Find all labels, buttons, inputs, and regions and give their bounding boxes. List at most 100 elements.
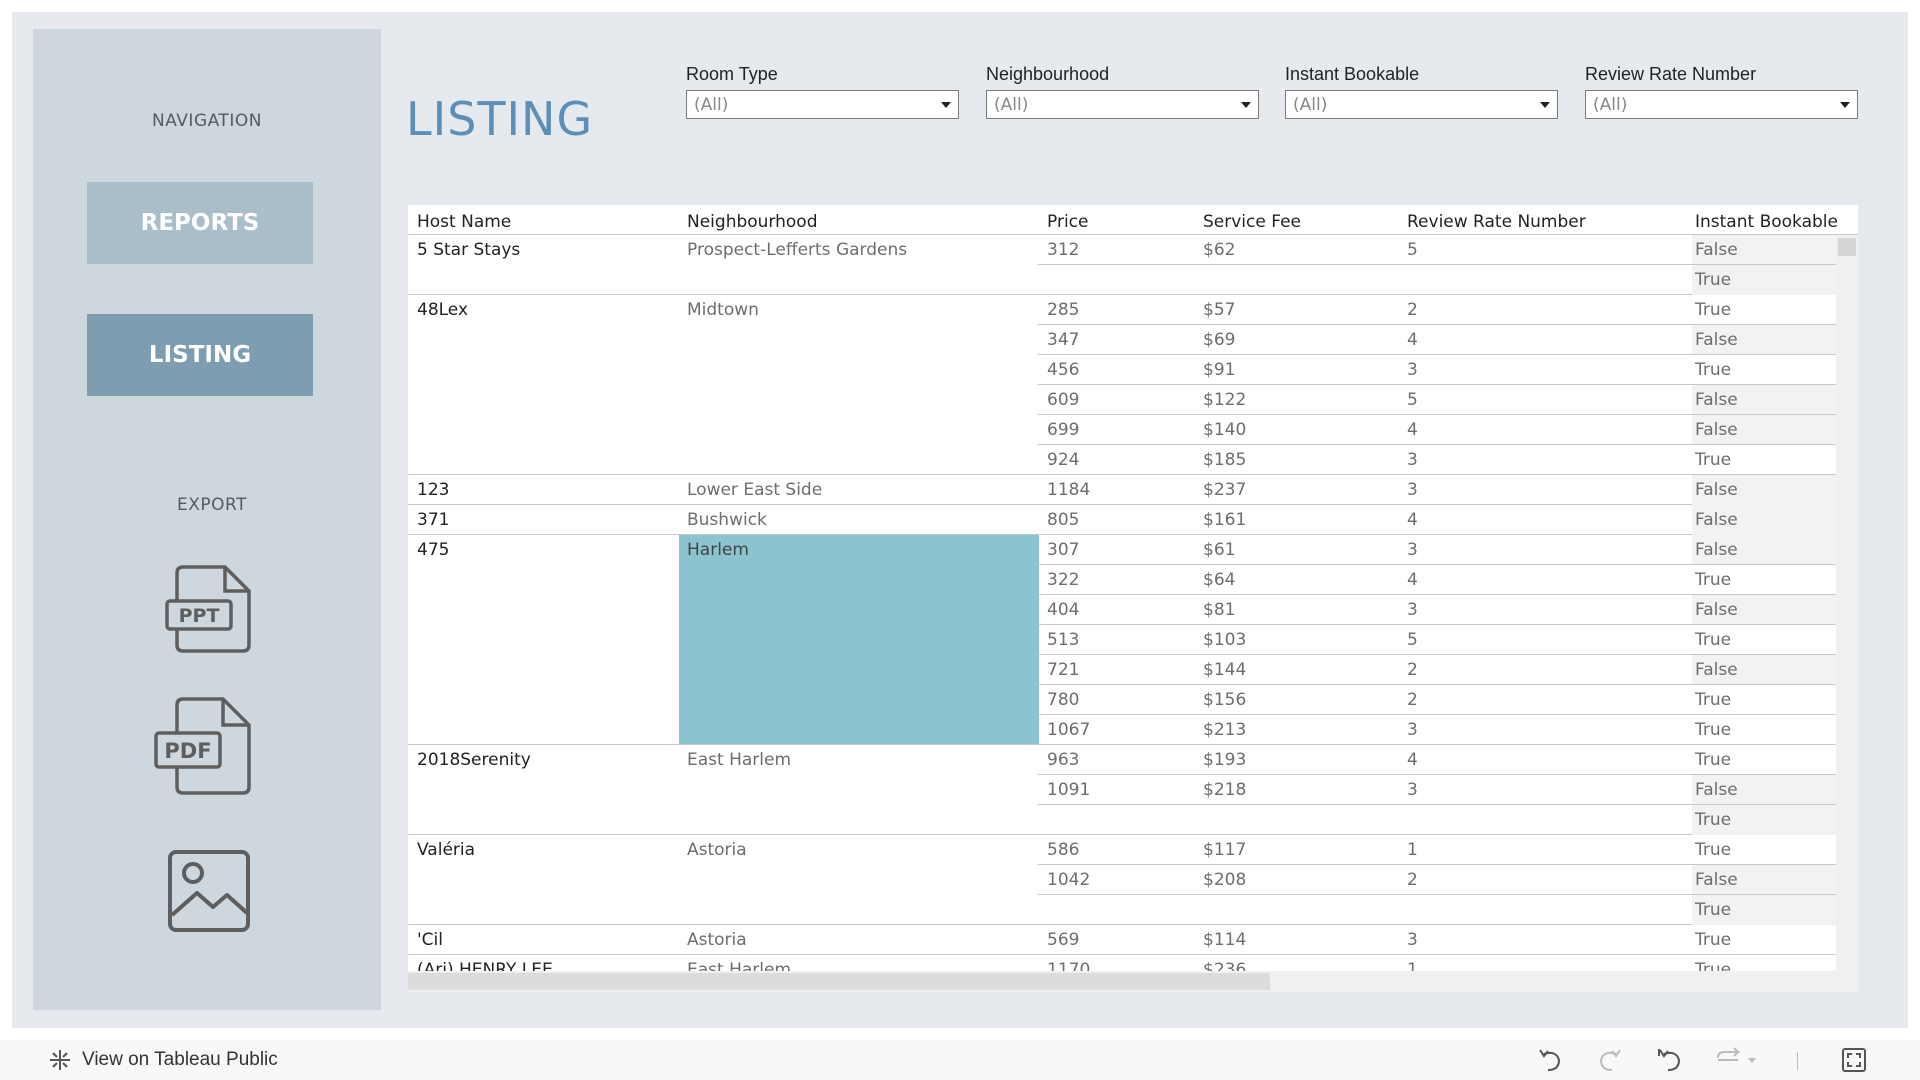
table-row[interactable]: True — [1038, 265, 1836, 295]
neighbourhood-dropdown[interactable]: (All) — [986, 90, 1259, 119]
fullscreen-icon[interactable] — [1840, 1046, 1868, 1074]
table-row-group: 371 Bushwick 805 $161 4 False — [408, 505, 1836, 535]
column-header-host-name[interactable]: Host Name — [417, 212, 511, 232]
horizontal-scrollbar[interactable] — [408, 971, 1836, 992]
host-name-cell[interactable]: 371 — [417, 510, 449, 530]
review-rate-number-filter: Review Rate Number (All) — [1585, 64, 1858, 119]
table-row[interactable]: 1170 $236 1 True — [1038, 955, 1836, 971]
filter-label: Instant Bookable — [1285, 64, 1420, 84]
neighbourhood-cell[interactable]: Lower East Side — [679, 475, 1039, 504]
instant-bookable-cell: True — [1695, 720, 1732, 740]
table-row[interactable]: 1184 $237 3 False — [1038, 475, 1836, 505]
price-cell: 456 — [1047, 360, 1080, 380]
table-row[interactable]: True — [1038, 805, 1836, 835]
redo-icon[interactable] — [1596, 1046, 1624, 1074]
review-rate-cell: 3 — [1407, 450, 1418, 470]
image-export-icon[interactable] — [167, 849, 251, 933]
price-cell: 569 — [1047, 930, 1080, 950]
price-cell: 780 — [1047, 690, 1080, 710]
table-row-group: 2018Serenity East Harlem 963 $193 4 True 1091 $… — [408, 745, 1836, 835]
service-fee-cell: $117 — [1203, 840, 1247, 860]
table-row[interactable]: 456 $91 3 True — [1038, 355, 1836, 385]
table-row[interactable]: 780 $156 2 True — [1038, 685, 1836, 715]
host-name-cell[interactable]: 'Cil — [417, 930, 443, 950]
room-type-dropdown[interactable]: (All) — [686, 90, 959, 119]
table-row[interactable]: 609 $122 5 False — [1038, 385, 1836, 415]
table-row[interactable]: 805 $161 4 False — [1038, 505, 1836, 535]
table-row[interactable]: 404 $81 3 False — [1038, 595, 1836, 625]
table-row[interactable]: 1091 $218 3 False — [1038, 775, 1836, 805]
filter-label: Review Rate Number — [1585, 64, 1757, 84]
reports-button[interactable]: REPORTS — [87, 182, 313, 264]
service-fee-cell: $193 — [1203, 750, 1247, 770]
chevron-down-icon — [1241, 101, 1251, 108]
host-name-cell[interactable]: 48Lex — [417, 300, 468, 320]
view-on-tableau-link[interactable]: View on Tableau Public — [48, 1048, 278, 1072]
table-row[interactable]: True — [1038, 895, 1836, 925]
review-rate-cell: 3 — [1407, 930, 1418, 950]
table-row[interactable]: 347 $69 4 False — [1038, 325, 1836, 355]
revert-icon[interactable] — [1656, 1046, 1684, 1074]
table-row[interactable]: 322 $64 4 True — [1038, 565, 1836, 595]
table-row[interactable]: 285 $57 2 True — [1038, 295, 1836, 325]
host-name-cell[interactable]: 475 — [417, 540, 449, 560]
column-header-neighbourhood[interactable]: Neighbourhood — [687, 212, 818, 232]
host-name-cell[interactable]: (Ari) HENRY LEE — [417, 960, 553, 971]
page-title: LISTING — [406, 92, 594, 146]
host-name-cell[interactable]: 5 Star Stays — [417, 240, 520, 260]
vertical-scroll-thumb[interactable] — [1838, 238, 1856, 256]
vertical-scrollbar[interactable] — [1836, 235, 1858, 992]
instant-bookable-cell: False — [1695, 870, 1738, 890]
neighbourhood-cell[interactable]: Midtown — [679, 295, 1039, 474]
price-cell: 721 — [1047, 660, 1080, 680]
table-row[interactable]: 963 $193 4 True — [1038, 745, 1836, 775]
neighbourhood-cell[interactable]: East Harlem — [679, 955, 1039, 971]
table-row-group: 5 Star Stays Prospect-Lefferts Gardens 312… — [408, 235, 1836, 295]
table-row[interactable]: 586 $117 1 True — [1038, 835, 1836, 865]
table-row[interactable]: 699 $140 4 False — [1038, 415, 1836, 445]
review-rate-number-dropdown[interactable]: (All) — [1585, 90, 1858, 119]
host-name-cell[interactable]: Valéria — [417, 840, 475, 860]
price-cell: 963 — [1047, 750, 1080, 770]
table-row[interactable]: 1067 $213 3 True — [1038, 715, 1836, 745]
host-name-cell[interactable]: 2018Serenity — [417, 750, 531, 770]
neighbourhood-cell[interactable]: Prospect-Lefferts Gardens — [679, 235, 1039, 294]
review-rate-cell: 3 — [1407, 720, 1418, 740]
service-fee-cell: $91 — [1203, 360, 1236, 380]
neighbourhood-cell[interactable]: Astoria — [679, 925, 1039, 954]
instant-bookable-cell: False — [1695, 780, 1738, 800]
table-row[interactable]: 307 $61 3 False — [1038, 535, 1836, 565]
horizontal-scroll-thumb[interactable] — [408, 973, 1270, 990]
table-row[interactable]: 1042 $208 2 False — [1038, 865, 1836, 895]
sidebar: NAVIGATION REPORTS LISTING EXPORT PPT PD… — [33, 29, 381, 1010]
service-fee-cell: $218 — [1203, 780, 1247, 800]
table-row[interactable]: 312 $62 5 False — [1038, 235, 1836, 265]
pdf-export-icon[interactable]: PDF — [153, 695, 253, 797]
refresh-icon[interactable] — [1712, 1046, 1760, 1074]
column-header-review-rate-number[interactable]: Review Rate Number — [1407, 212, 1586, 232]
service-fee-cell: $208 — [1203, 870, 1247, 890]
neighbourhood-cell[interactable]: East Harlem — [679, 745, 1039, 834]
review-rate-cell: 2 — [1407, 690, 1418, 710]
table-row[interactable]: 721 $144 2 False — [1038, 655, 1836, 685]
neighbourhood-cell[interactable]: Harlem — [679, 535, 1039, 744]
host-name-cell[interactable]: 123 — [417, 480, 449, 500]
table-row[interactable]: 569 $114 3 True — [1038, 925, 1836, 955]
column-header-price[interactable]: Price — [1047, 212, 1088, 232]
neighbourhood-cell[interactable]: Bushwick — [679, 505, 1039, 534]
undo-icon[interactable] — [1536, 1046, 1564, 1074]
review-rate-cell: 5 — [1407, 390, 1418, 410]
table-row[interactable]: 924 $185 3 True — [1038, 445, 1836, 475]
service-fee-cell: $69 — [1203, 330, 1236, 350]
service-fee-cell: $156 — [1203, 690, 1247, 710]
neighbourhood-cell[interactable]: Astoria — [679, 835, 1039, 924]
table-row[interactable]: 513 $103 5 True — [1038, 625, 1836, 655]
column-header-instant-bookable[interactable]: Instant Bookable — [1695, 212, 1838, 232]
review-rate-cell: 3 — [1407, 600, 1418, 620]
service-fee-cell: $140 — [1203, 420, 1247, 440]
instant-bookable-cell: True — [1695, 930, 1732, 950]
column-header-service-fee[interactable]: Service Fee — [1203, 212, 1301, 232]
instant-bookable-dropdown[interactable]: (All) — [1285, 90, 1558, 119]
listing-button[interactable]: LISTING — [87, 314, 313, 396]
ppt-export-icon[interactable]: PPT — [163, 563, 253, 655]
